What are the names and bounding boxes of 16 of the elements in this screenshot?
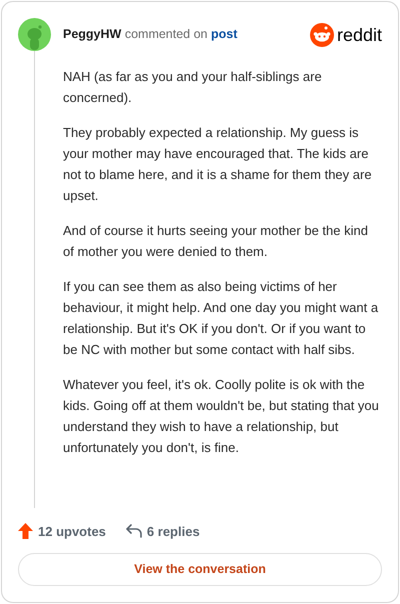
- brand-name: reddit: [336, 26, 382, 44]
- alien-logo-icon: [310, 22, 334, 46]
- reply-icon[interactable]: [126, 524, 142, 538]
- comment-paragraph: They probably expected a relationship. My guess is your mother may have encouraged that. The kids are not to blame here, and it is a shame for them they are upset.: [63, 124, 373, 205]
- view-conversation-button[interactable]: View the conversation: [18, 553, 382, 586]
- upvote-icon[interactable]: [18, 523, 33, 540]
- comment-paragraph: NAH (as far as you and your half-siblings are concerned).: [63, 68, 323, 107]
- avatar-icon: [18, 18, 51, 51]
- comment-paragraph: Whatever you feel, it's ok. Coolly polite is ok with the kids. Going off at them wouldn't be, but stating that you understand they wish to have a relationship, but unfortunately you don't, is fine.: [63, 376, 380, 457]
- post-link[interactable]: post: [211, 27, 238, 42]
- comment-paragraph: And of course it hurts seeing your mother be the kind of mother you were denied to them.: [63, 222, 369, 261]
- author-name[interactable]: PeggyHW: [63, 27, 122, 42]
- upvote-count: 12 upvotes: [38, 522, 106, 541]
- action-text: commented on: [124, 27, 208, 42]
- comment-paragraph: If you can see them as also being victims of her behaviour, it might help. And one day you might want a relationship. But it's OK if you don't. Or if you want to be NC with mother but some contact with half sibs.: [63, 278, 380, 359]
- reply-count: 6 replies: [146, 522, 200, 541]
